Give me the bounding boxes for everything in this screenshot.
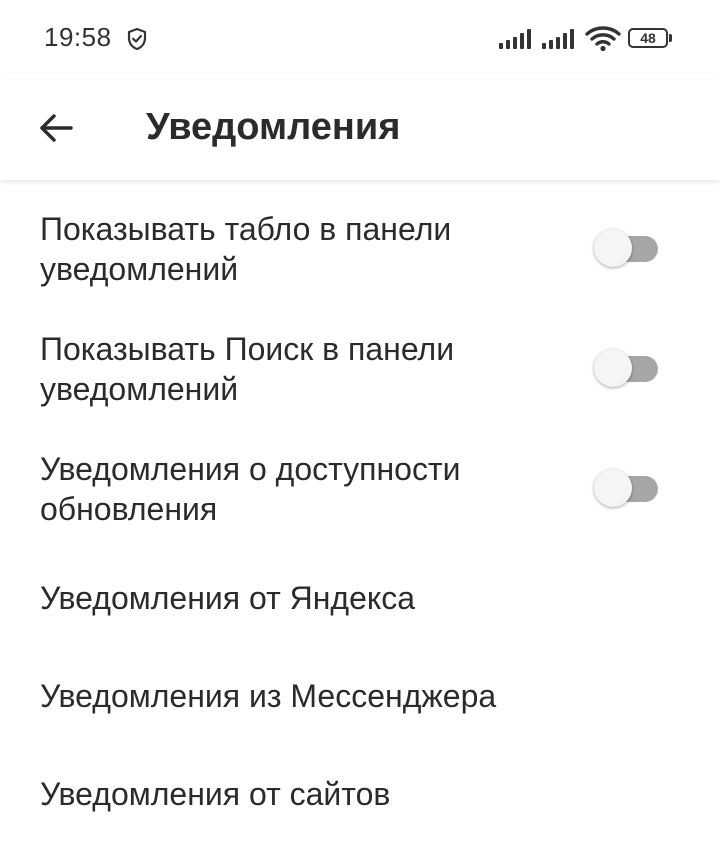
setting-show-search-panel[interactable]: Показывать Поиск в панели уведомлений — [0, 322, 720, 422]
toggle-switch[interactable] — [594, 468, 660, 508]
setting-label: Уведомления от сайтов — [40, 776, 391, 812]
setting-messenger-notifications[interactable]: Уведомления из Мессенджера — [0, 656, 720, 736]
setting-label: Показывать Поиск в панели уведомлений — [40, 329, 560, 409]
toggle-thumb — [594, 349, 632, 387]
page-title: Уведомления — [146, 106, 401, 148]
toggle-thumb — [594, 229, 632, 267]
arrow-left-icon — [38, 113, 74, 148]
app-bar: Уведомления — [0, 80, 720, 180]
battery-icon: 48 — [628, 28, 672, 50]
status-time: 19:58 — [44, 22, 112, 52]
setting-site-notifications[interactable]: Уведомления от сайтов — [0, 754, 720, 834]
wifi-icon — [585, 26, 621, 52]
setting-label-line: Показывать табло в панели — [40, 211, 452, 247]
shield-icon — [126, 27, 148, 51]
toggle-thumb — [594, 469, 632, 507]
setting-label-line: уведомлений — [40, 371, 239, 407]
setting-label-line: обновления — [40, 491, 218, 527]
signal-icon — [498, 28, 534, 50]
setting-label: Уведомления о доступности обновления — [40, 449, 560, 529]
battery-level: 48 — [628, 28, 668, 48]
back-button[interactable] — [24, 98, 88, 162]
toggle-switch[interactable] — [594, 348, 660, 388]
setting-label: Показывать табло в панели уведомлений — [40, 209, 560, 289]
status-bar: 19:58 48 — [0, 0, 720, 80]
setting-label-line: уведомлений — [40, 251, 239, 287]
battery-tip — [669, 34, 672, 42]
toggle-switch[interactable] — [594, 228, 660, 268]
setting-yandex-notifications[interactable]: Уведомления от Яндекса — [0, 558, 720, 638]
setting-label: Уведомления от Яндекса — [40, 580, 416, 616]
signal-icon — [541, 28, 577, 50]
setting-label-line: Показывать Поиск в панели — [40, 331, 455, 367]
setting-update-notifications[interactable]: Уведомления о доступности обновления — [0, 442, 720, 542]
setting-show-panel-widget[interactable]: Показывать табло в панели уведомлений — [0, 202, 720, 302]
setting-label: Уведомления из Мессенджера — [40, 678, 497, 714]
setting-label-line: Уведомления о доступности — [40, 451, 461, 487]
